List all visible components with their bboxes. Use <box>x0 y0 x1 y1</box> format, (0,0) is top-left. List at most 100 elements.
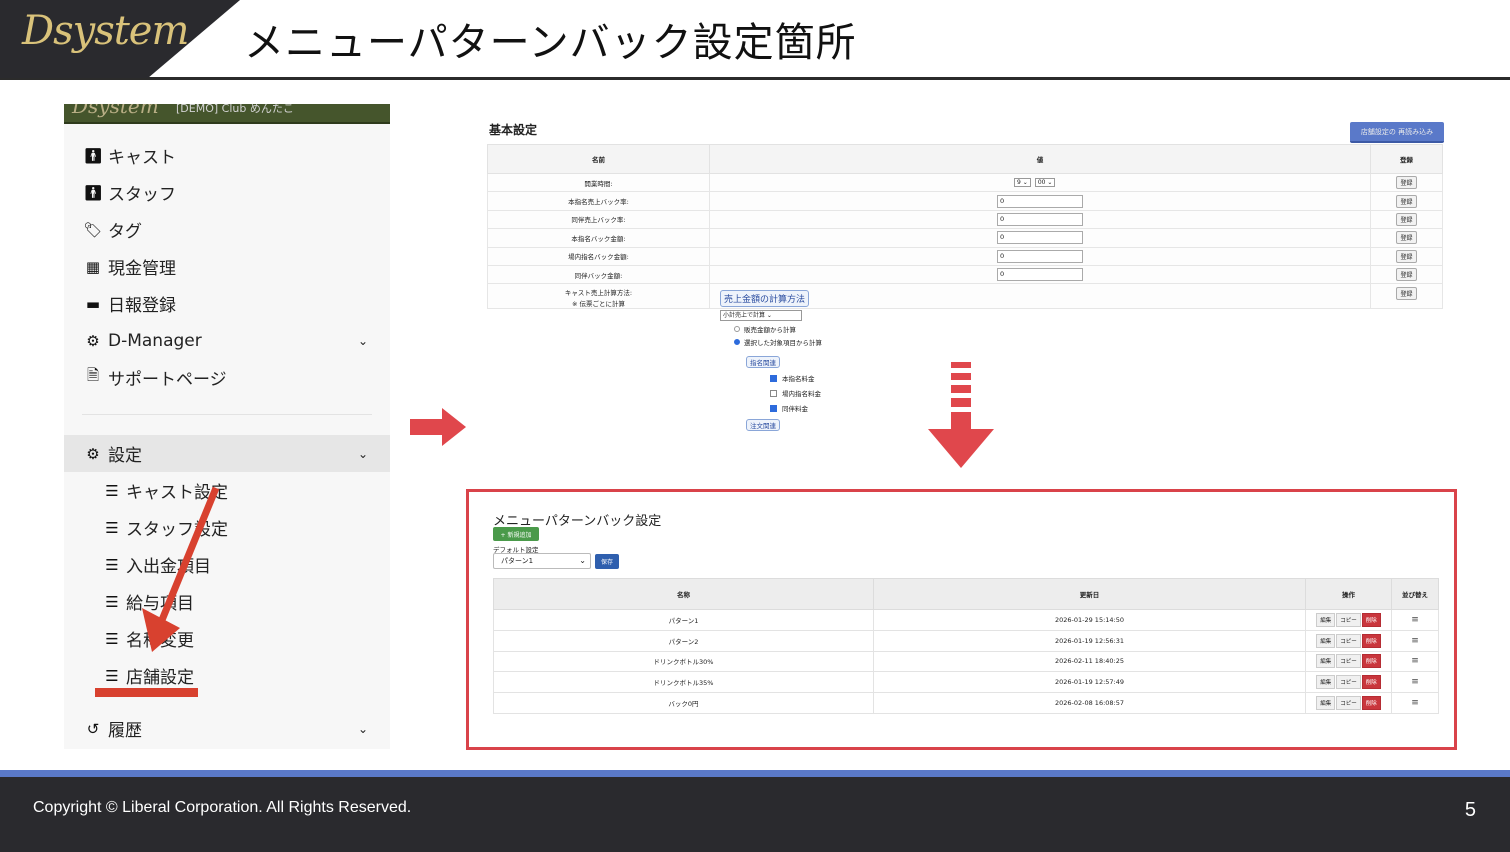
value-input[interactable]: 0 <box>997 212 1083 226</box>
drag-handle-icon[interactable]: ≡ <box>1411 698 1419 708</box>
register-button[interactable]: 登録 <box>1396 249 1417 263</box>
reload-store-settings-button[interactable]: 店舗設定の 再読み込み <box>1350 122 1444 143</box>
checkbox-in-store-nomination[interactable]: 場内指名料金 <box>770 388 822 398</box>
copy-button[interactable]: コピー <box>1336 654 1361 669</box>
value-input[interactable]: 0 <box>997 231 1083 245</box>
copy-button[interactable]: コピー <box>1336 696 1361 711</box>
add-new-button[interactable]: + 新規追加 <box>493 527 539 541</box>
copy-button[interactable]: コピー <box>1336 612 1361 627</box>
setting-label: 同伴バック金額: <box>487 264 710 285</box>
register-button[interactable]: 登録 <box>1396 231 1417 245</box>
setting-label: 場内指名バック金額: <box>487 246 710 266</box>
sidebar-item-staff[interactable]: 🚹︎ スタッフ <box>64 174 390 211</box>
logo-block: Dsystem <box>0 0 240 78</box>
edit-button[interactable]: 編集 <box>1316 633 1336 648</box>
pattern-sort: ≡ <box>1391 609 1439 631</box>
group-tag-order: 注文関連 <box>746 419 780 432</box>
copy-button[interactable]: コピー <box>1336 633 1361 648</box>
slide-footer: Copyright © Liberal Corporation. All Rig… <box>0 777 1510 852</box>
value-input[interactable]: 0 <box>997 249 1083 263</box>
sidebar-item-cast[interactable]: 🚹︎ キャスト <box>64 137 390 174</box>
file-icon: 🗎︎ <box>86 366 100 384</box>
drag-handle-icon[interactable]: ≡ <box>1411 636 1419 646</box>
sidebar-item-history[interactable]: ↺ 履歴 ⌄ <box>64 710 390 747</box>
sidebar-item-settings[interactable]: ⚙ 設定 ⌄ <box>64 435 390 472</box>
radio-icon <box>734 326 740 333</box>
sidebar-item-label: D-Manager <box>108 330 202 351</box>
person-icon: 🚹︎ <box>83 183 103 202</box>
calc-method-select[interactable]: 小計売上で計算 ⌄ <box>720 310 802 322</box>
edit-button[interactable]: 編集 <box>1316 675 1336 690</box>
copyright-text: Copyright © Liberal Corporation. All Rig… <box>33 799 412 816</box>
minute-select[interactable]: 00 ⌄ <box>1034 178 1056 188</box>
table-row: ドリンクボトル35% 2026-01-19 12:57:49 編集 コピー 削除 ≡ <box>493 671 1439 694</box>
value-input[interactable]: 0 <box>997 268 1083 282</box>
sidebar-item-support[interactable]: 🗎︎ サポートページ <box>64 359 390 396</box>
drag-handle-icon[interactable]: ≡ <box>1411 656 1419 666</box>
pattern-sort: ≡ <box>1391 629 1439 652</box>
setting-label: 本指名売上バック率: <box>487 191 710 211</box>
sidebar-item-d-manager[interactable]: ⚙ D-Manager ⌄ <box>64 322 390 359</box>
pattern-updated: 2026-02-11 18:40:25 <box>873 650 1306 673</box>
hour-select[interactable]: 9 ⌄ <box>1014 178 1031 188</box>
tags-icon: 🏷︎ <box>83 220 103 239</box>
delete-button[interactable]: 削除 <box>1361 633 1381 648</box>
save-button[interactable]: 保存 <box>595 554 619 569</box>
slide-title: メニューパターンバック設定箇所 <box>244 20 857 66</box>
register-button[interactable]: 登録 <box>1396 176 1417 190</box>
drag-handle-icon[interactable]: ≡ <box>1411 677 1419 687</box>
sidebar-menu: 🚹︎ キャスト 🚹︎ スタッフ 🏷︎ タグ ▦ 現金管理 ▬ 日報登録 ⚙ D-… <box>64 137 390 396</box>
calculator-icon: ▦ <box>85 257 101 276</box>
copy-button[interactable]: コピー <box>1336 675 1361 690</box>
sidebar-item-daily-report[interactable]: ▬ 日報登録 <box>64 285 390 322</box>
checkbox-main-nomination[interactable]: 本指名料金 <box>770 373 822 383</box>
chevron-down-icon: ⌄ <box>579 556 586 565</box>
delete-button[interactable]: 削除 <box>1361 612 1381 627</box>
highlight-underline <box>95 688 198 697</box>
value-input[interactable]: 0 <box>997 194 1083 208</box>
checkbox-dohan[interactable]: 同伴料金 <box>770 403 822 413</box>
sidebar-item-label: キャスト <box>108 148 176 168</box>
table-row: ドリンクボトル30% 2026-02-11 18:40:25 編集 コピー 削除 ≡ <box>493 650 1439 673</box>
setting-action: 登録 <box>1370 246 1443 266</box>
pattern-ops: 編集 コピー 削除 <box>1305 671 1392 694</box>
table-row: キャスト売上計算方法: ※ 伝票ごとに計算 売上金額の計算方法 小計売上で計算 … <box>487 283 1443 432</box>
edit-button[interactable]: 編集 <box>1316 612 1336 627</box>
column-header-updated: 更新日 <box>873 578 1306 610</box>
edit-button[interactable]: 編集 <box>1316 696 1336 711</box>
calendar-icon: ▬ <box>85 294 101 313</box>
diagonal-arrow-icon <box>142 486 220 652</box>
pattern-name: パターン1 <box>493 609 874 631</box>
setting-action: 登録 <box>1370 191 1443 211</box>
delete-button[interactable]: 削除 <box>1361 675 1381 690</box>
pattern-ops: 編集 コピー 削除 <box>1305 692 1392 714</box>
default-pattern-select[interactable]: パターン1 ⌄ <box>493 553 591 569</box>
sidebar-item-cash[interactable]: ▦ 現金管理 <box>64 248 390 285</box>
register-button[interactable]: 登録 <box>1396 287 1417 301</box>
list-icon: ☰ <box>105 629 119 648</box>
radio-checked-icon <box>734 339 740 346</box>
submenu-item-label: 店舗設定 <box>126 668 194 688</box>
table-row: 本指名売上バック率: 0 登録 <box>487 191 1443 211</box>
sidebar-item-label: タグ <box>108 222 142 242</box>
delete-button[interactable]: 削除 <box>1361 654 1381 669</box>
register-button[interactable]: 登録 <box>1396 212 1417 226</box>
radio-sales-amount[interactable]: 販売金額から計算 <box>734 324 822 334</box>
register-button[interactable]: 登録 <box>1396 194 1417 208</box>
pattern-updated: 2026-01-19 12:57:49 <box>873 671 1306 694</box>
register-button[interactable]: 登録 <box>1396 268 1417 282</box>
edit-button[interactable]: 編集 <box>1316 654 1336 669</box>
list-icon: ☰ <box>105 555 119 574</box>
sidebar-item-tags[interactable]: 🏷︎ タグ <box>64 211 390 248</box>
menu-pattern-highlight-frame: メニューパターンバック設定 + 新規追加 デフォルト設定 パターン1 ⌄ 保存 … <box>466 489 1457 750</box>
pattern-sort: ≡ <box>1391 671 1439 694</box>
drag-handle-icon[interactable]: ≡ <box>1411 615 1419 625</box>
table-header-row: 名前 値 登録 <box>487 144 1443 174</box>
footer-accent-band <box>0 770 1510 777</box>
table-row: 場内指名バック金額: 0 登録 <box>487 246 1443 266</box>
setting-label: 同伴売上バック率: <box>487 209 710 230</box>
radio-selected-items[interactable]: 選択した対象項目から計算 <box>734 337 822 347</box>
sidebar-item-label: サポートページ <box>108 370 227 390</box>
sidebar-item-label: 日報登録 <box>108 296 176 316</box>
delete-button[interactable]: 削除 <box>1361 696 1381 711</box>
